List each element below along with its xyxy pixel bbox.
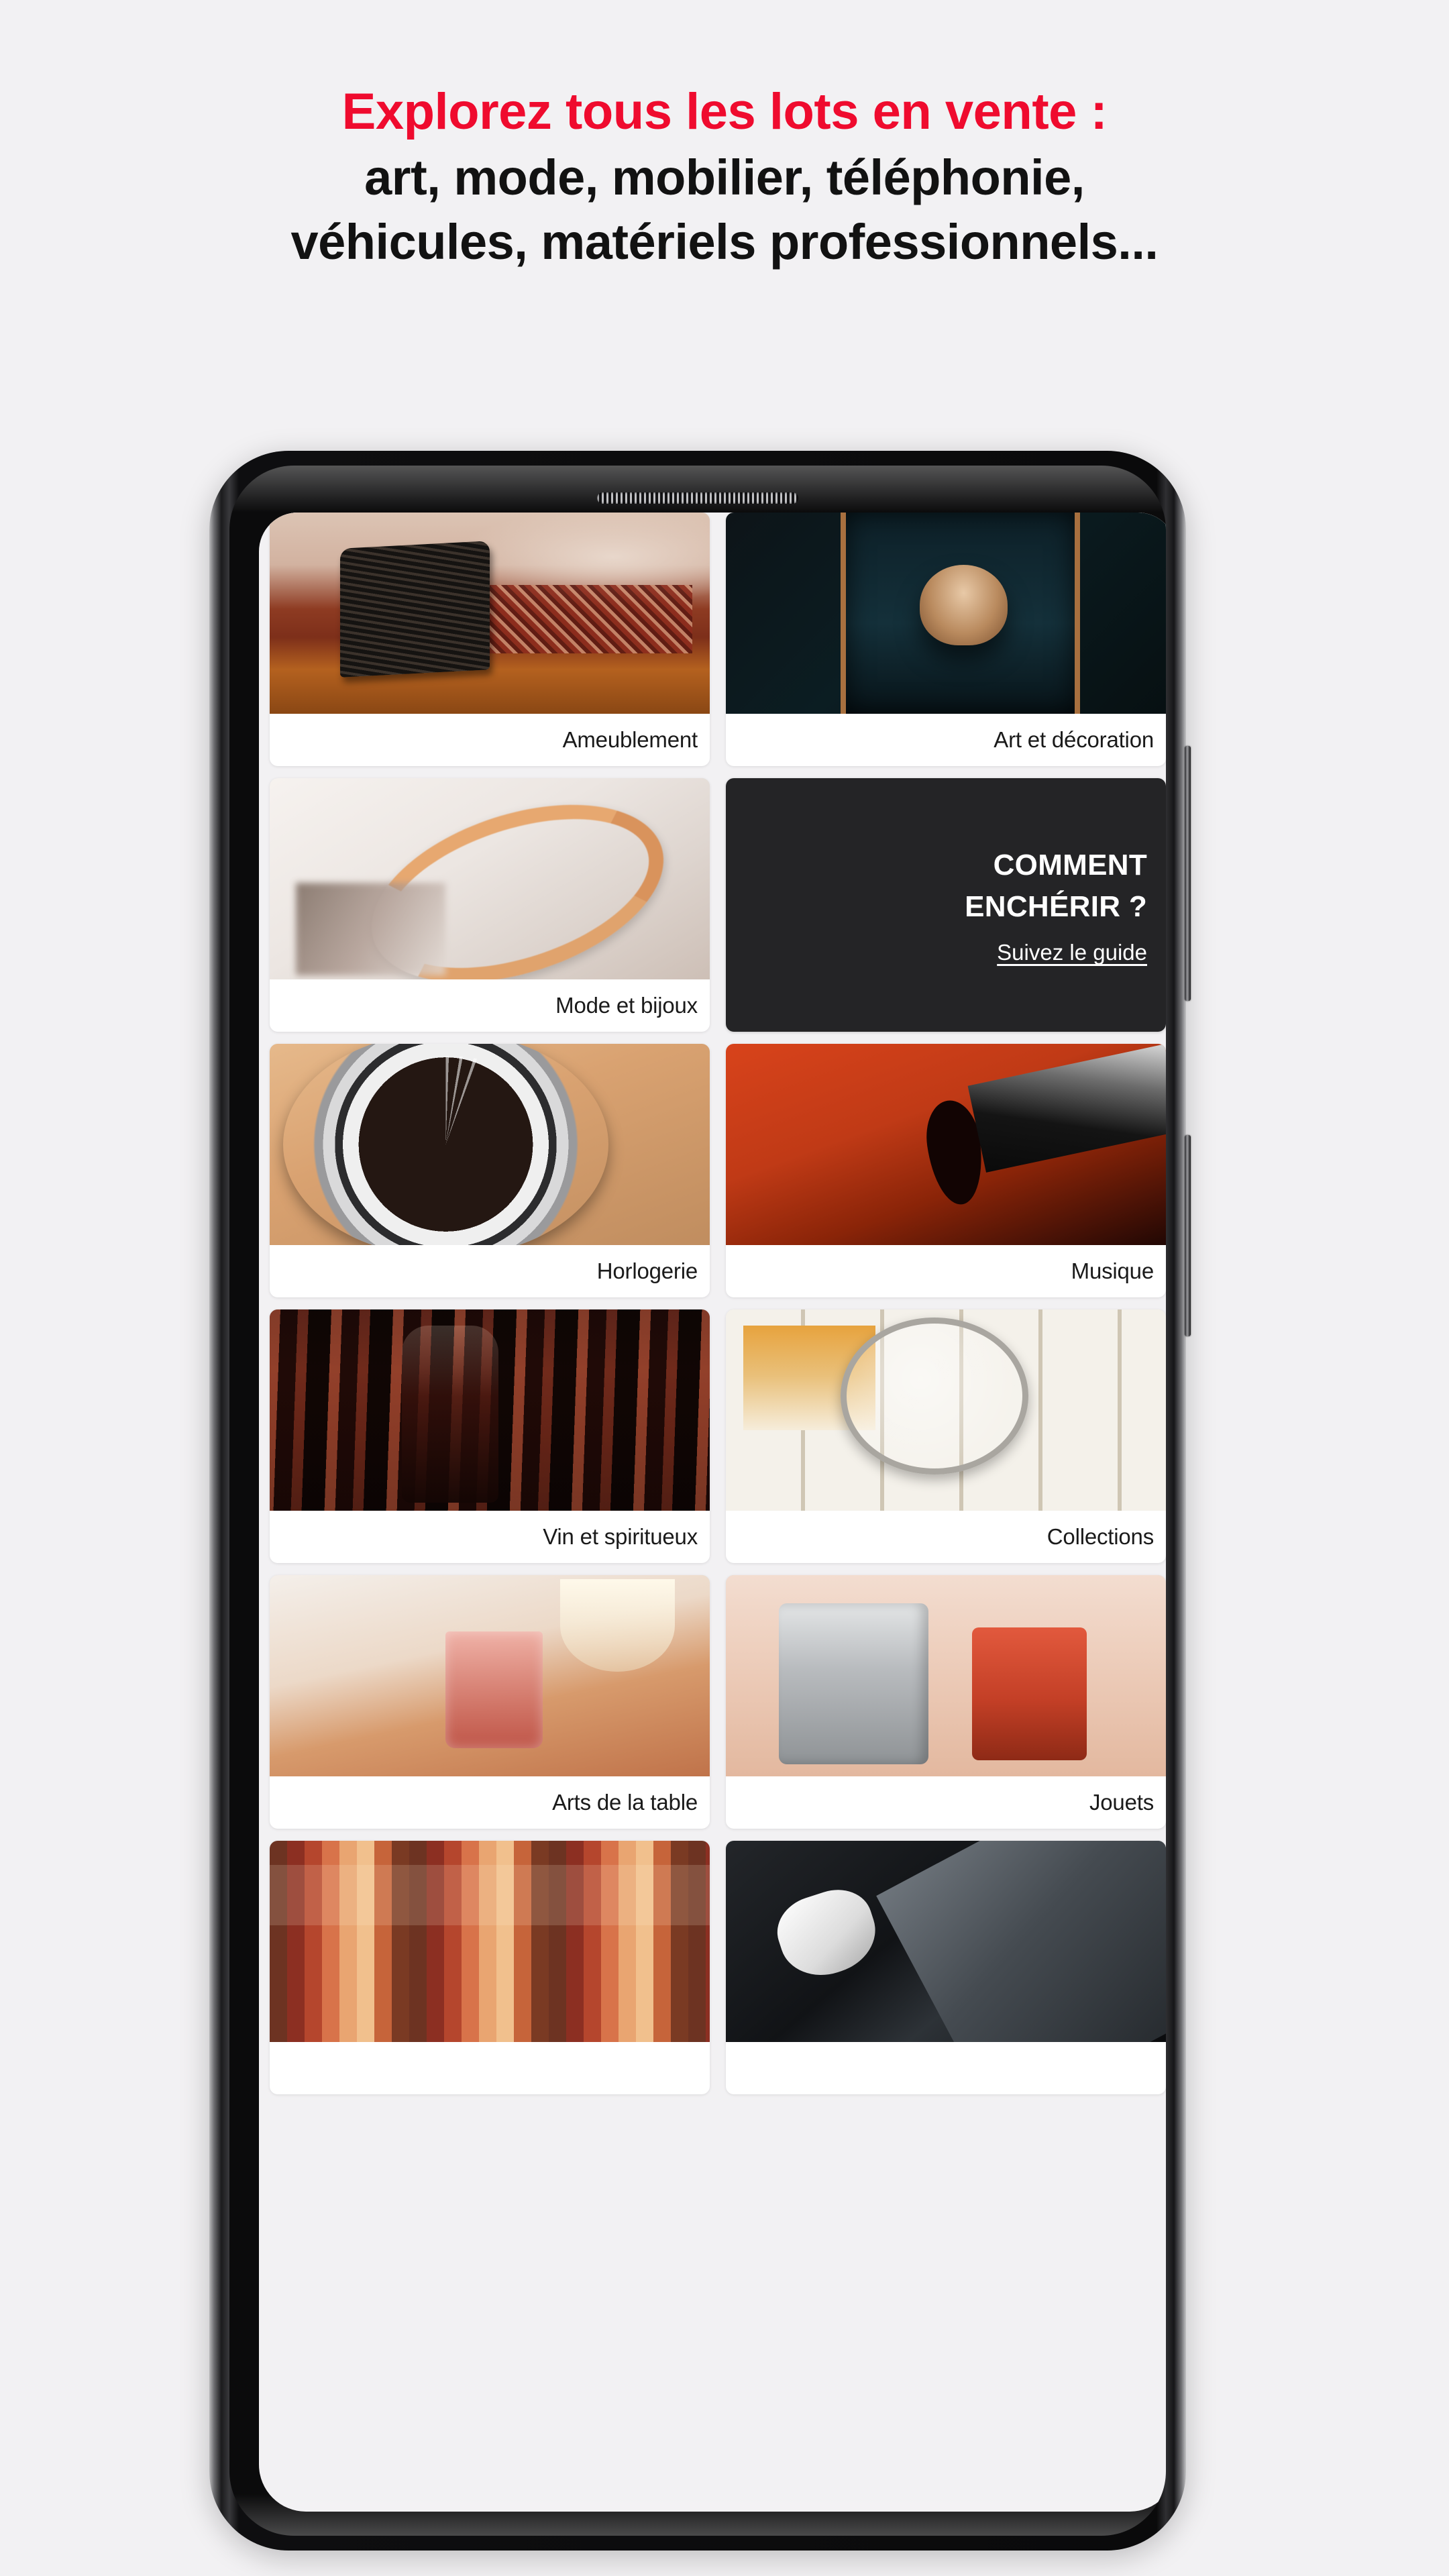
category-label: Arts de la table	[552, 1790, 698, 1815]
category-label: Horlogerie	[596, 1258, 698, 1283]
page-headline: Explorez tous les lots en vente : art, m…	[0, 79, 1449, 274]
volume-button[interactable]	[1185, 1135, 1191, 1336]
postage-stamps-magnifier-image	[726, 1309, 1166, 1511]
category-photo	[270, 1575, 710, 1776]
power-button[interactable]	[1185, 746, 1191, 1001]
bezel-highlight-top	[229, 466, 1166, 513]
category-label: Ameublement	[562, 727, 698, 752]
category-card-horlogerie[interactable]: Horlogerie	[270, 1044, 710, 1297]
category-label: Jouets	[1089, 1790, 1154, 1815]
headline-line-accent: Explorez tous les lots en vente :	[341, 83, 1108, 140]
category-label-bar: Horlogerie	[270, 1245, 710, 1297]
phone-mockup: Ameublement Art et décoration Mode et bi…	[209, 451, 1191, 2551]
category-label-bar	[726, 2042, 1166, 2094]
category-photo	[270, 1044, 710, 1245]
wine-bottles-on-shelf-image	[270, 1309, 710, 1511]
category-photo	[726, 513, 1166, 714]
category-label: Vin et spiritueux	[543, 1524, 698, 1549]
category-photo	[726, 1309, 1166, 1511]
chronograph-wristwatch-image	[270, 1044, 710, 1245]
category-label-bar: Arts de la table	[270, 1776, 710, 1829]
phone-screen: Ameublement Art et décoration Mode et bi…	[259, 513, 1166, 2512]
category-card-collections[interactable]: Collections	[726, 1309, 1166, 1563]
category-photo	[270, 1309, 710, 1511]
category-card-jouets[interactable]: Jouets	[726, 1575, 1166, 1829]
gold-chain-bracelet-image	[270, 778, 710, 979]
category-label-bar: Collections	[726, 1511, 1166, 1563]
category-card-electronique[interactable]	[726, 1841, 1166, 2094]
promo-title-line-one: COMMENT	[993, 848, 1147, 881]
category-card-art-et-decoration[interactable]: Art et décoration	[726, 513, 1166, 766]
category-photo	[726, 1841, 1166, 2042]
category-label: Art et décoration	[994, 727, 1154, 752]
category-photo	[270, 1841, 710, 2042]
phone-bezel: Ameublement Art et décoration Mode et bi…	[229, 466, 1166, 2536]
armchair-in-warm-room-image	[270, 513, 710, 714]
promo-title-line-two: ENCHÉRIR ?	[965, 890, 1147, 923]
promo-guide-link[interactable]: Suivez le guide	[997, 940, 1147, 965]
framed-portrait-painting-image	[726, 513, 1166, 714]
category-photo	[270, 778, 710, 979]
promo-card-comment-encherir[interactable]: COMMENT ENCHÉRIR ? Suivez le guide	[726, 778, 1166, 1032]
category-label-bar: Mode et bijoux	[270, 979, 710, 1032]
category-card-ameublement[interactable]: Ameublement	[270, 513, 710, 766]
category-grid: Ameublement Art et décoration Mode et bi…	[259, 513, 1166, 2094]
earpiece-speaker-grille-icon	[597, 492, 798, 504]
category-label-bar: Musique	[726, 1245, 1166, 1297]
glassware-table-setting-image	[270, 1575, 710, 1776]
category-label-bar	[270, 2042, 710, 2094]
tablet-stylus-earbuds-image	[726, 1841, 1166, 2042]
category-card-musique[interactable]: Musique	[726, 1044, 1166, 1297]
category-label: Collections	[1046, 1524, 1154, 1549]
category-photo	[270, 513, 710, 714]
headline-line-two: art, mode, mobilier, téléphonie,	[364, 149, 1085, 205]
category-label-bar: Art et décoration	[726, 714, 1166, 766]
vintage-tin-robots-image	[726, 1575, 1166, 1776]
category-card-mode-et-bijoux[interactable]: Mode et bijoux	[270, 778, 710, 1032]
category-label: Musique	[1071, 1258, 1155, 1283]
vintage-book-spines-image	[270, 1841, 710, 2042]
headline-line-three: véhicules, matériels professionnels...	[290, 213, 1159, 270]
category-label: Mode et bijoux	[555, 993, 698, 1018]
category-label-bar: Jouets	[726, 1776, 1166, 1829]
category-card-livres[interactable]	[270, 1841, 710, 2094]
category-photo	[726, 1575, 1166, 1776]
category-photo	[726, 1044, 1166, 1245]
category-card-vin-et-spiritueux[interactable]: Vin et spiritueux	[270, 1309, 710, 1563]
violin-with-bow-image	[726, 1044, 1166, 1245]
category-label-bar: Vin et spiritueux	[270, 1511, 710, 1563]
category-label-bar: Ameublement	[270, 714, 710, 766]
promo-title: COMMENT ENCHÉRIR ?	[965, 845, 1147, 928]
category-card-arts-de-la-table[interactable]: Arts de la table	[270, 1575, 710, 1829]
